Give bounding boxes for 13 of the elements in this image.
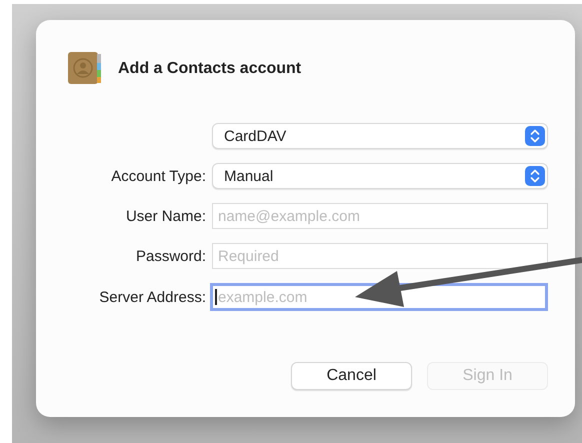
text-cursor <box>215 289 216 305</box>
up-down-chevron-icon <box>525 166 545 186</box>
contacts-book-icon <box>68 52 102 86</box>
field-label: Password: <box>136 248 206 264</box>
dialog-title: Add a Contacts account <box>118 60 302 78</box>
dialog-button[interactable]: Cancel <box>291 362 412 390</box>
popup-menu[interactable]: CardDAV <box>212 123 548 149</box>
popup-menu[interactable]: Manual <box>212 163 548 189</box>
input-field[interactable]: example.com <box>210 283 548 311</box>
up-down-chevron-icon <box>525 126 545 146</box>
field-label: User Name: <box>126 208 206 224</box>
field-label: Account Type: <box>111 168 206 184</box>
field-label: Server Address: <box>99 288 206 306</box>
